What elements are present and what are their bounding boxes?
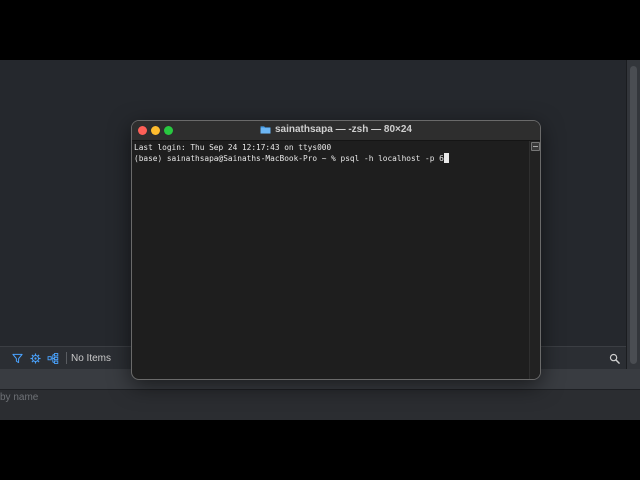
text-cursor [443,153,449,163]
window-title: sainathsapa — -zsh — 80×24 [132,124,540,135]
terminal-command-text: (base) sainathsapa@Sainaths-MacBook-Pro … [134,154,444,163]
search-icon[interactable] [609,351,620,369]
folder-icon [260,125,271,134]
terminal-line-login: Last login: Thu Sep 24 12:17:43 on ttys0… [134,143,332,152]
filter-by-name-input[interactable]: by name [0,392,38,403]
editor-scroll-thumb[interactable] [630,66,637,364]
terminal-line-command: (base) sainathsapa@Sainaths-MacBook-Pro … [134,153,528,164]
filter-row: by name [0,389,640,420]
terminal-titlebar[interactable]: sainathsapa — -zsh — 80×24 [132,121,540,141]
scroll-marker-icon[interactable] [531,142,540,151]
hierarchy-icon[interactable] [46,351,60,365]
terminal-output[interactable]: Last login: Thu Sep 24 12:17:43 on ttys0… [134,141,528,379]
window-title-text: sainathsapa — -zsh — 80×24 [274,124,412,135]
terminal-scrollbar[interactable] [529,141,540,379]
editor-scrollbar[interactable] [626,60,640,370]
status-divider [66,352,67,364]
terminal-window[interactable]: sainathsapa — -zsh — 80×24 Last login: T… [131,120,541,380]
gear-icon[interactable] [28,351,42,365]
filter-icon[interactable] [10,351,24,365]
no-items-label: No Items [71,352,112,364]
